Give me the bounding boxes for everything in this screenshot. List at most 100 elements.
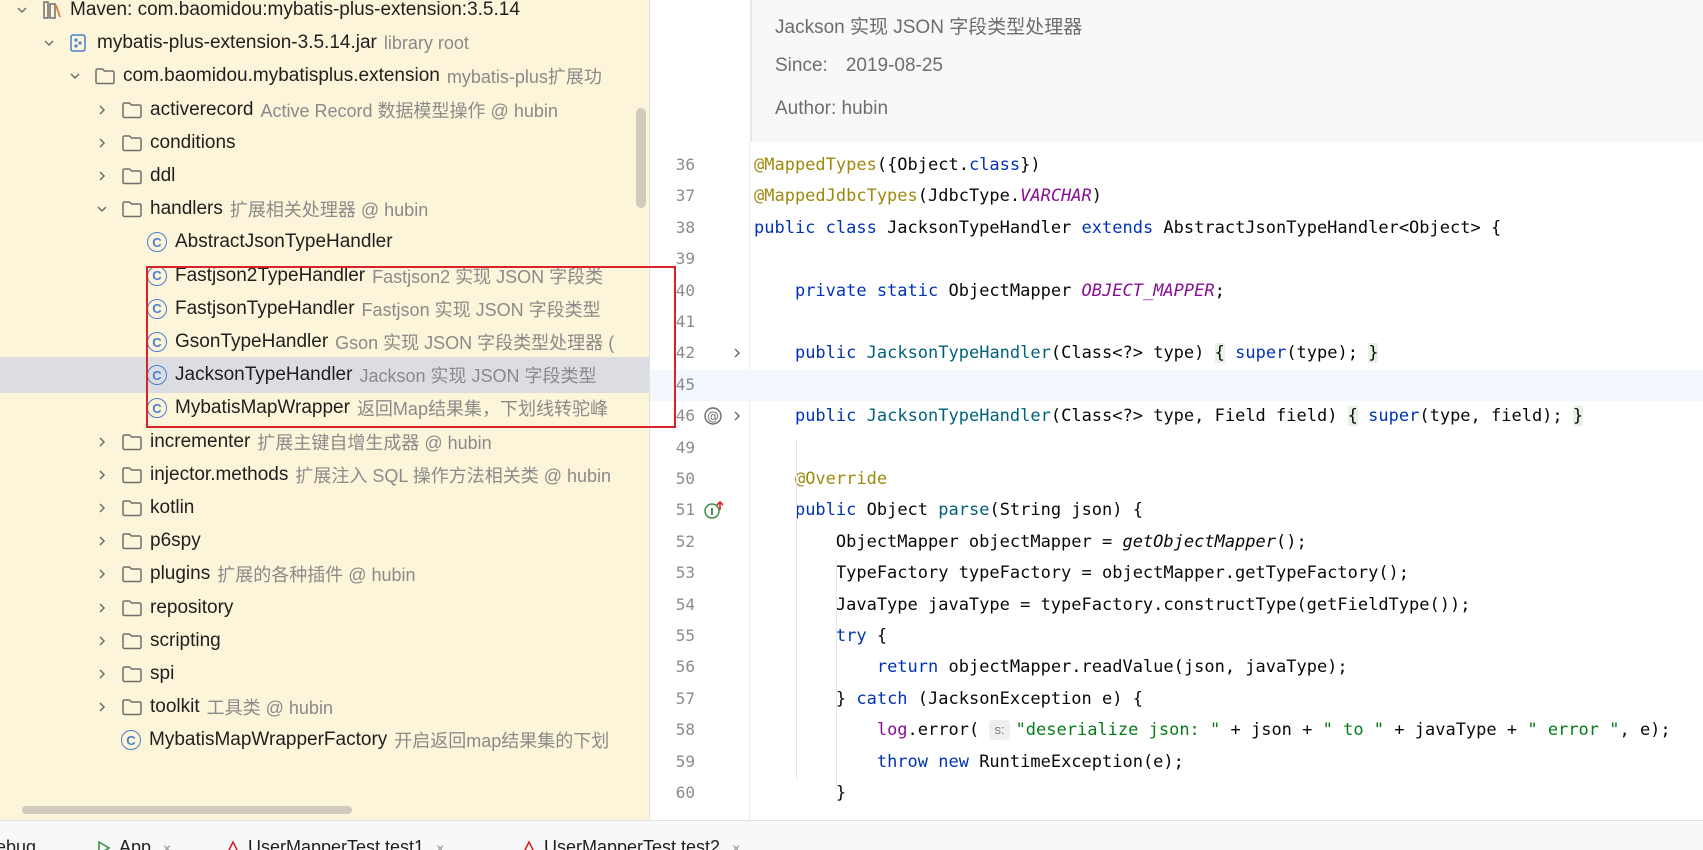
fold-chevron-icon[interactable] (730, 405, 744, 427)
chevron-right-icon[interactable] (95, 501, 109, 515)
tree-class-item[interactable]: CGsonTypeHandlerGson 实现 JSON 字段类型处理器 ( (0, 324, 649, 360)
code-line[interactable]: 60 } (650, 778, 1703, 809)
code-line[interactable]: 59 throw new RuntimeException(e); (650, 747, 1703, 778)
svg-text:@: @ (707, 410, 719, 424)
code-line[interactable]: 49 (650, 433, 1703, 464)
chevron-right-icon[interactable] (95, 169, 109, 183)
tree-package-item[interactable]: Maven: com.baomidou:mybatis-plus-extensi… (0, 0, 649, 28)
tree-package-item[interactable]: ddl (0, 158, 649, 194)
line-number: 49 (650, 438, 695, 457)
tool-tab[interactable]: UserMapperTest.test1× (224, 837, 444, 850)
tree-package-item[interactable]: plugins扩展的各种插件 @ hubin (0, 556, 649, 592)
tree-package-item[interactable]: injector.methods扩展注入 SQL 操作方法相关类 @ hubin (0, 457, 649, 493)
chevron-right-icon[interactable] (95, 468, 109, 482)
code-line[interactable]: 41 (650, 307, 1703, 338)
tree-item-hint: Active Record 数据模型操作 @ hubin (261, 97, 558, 123)
tree-horizontal-scrollbar[interactable] (22, 806, 352, 814)
code-line[interactable]: 56 return objectMapper.readValue(json, j… (650, 652, 1703, 683)
class-icon: C (121, 730, 141, 750)
tool-tab[interactable]: ebug (0, 837, 36, 850)
chevron-right-icon[interactable] (95, 567, 109, 581)
chevron-right-icon[interactable] (95, 601, 109, 615)
code-text: @MappedJdbcTypes(JdbcType.VARCHAR) (754, 186, 1102, 206)
tool-tab[interactable]: UserMapperTest.test2 × (520, 837, 740, 850)
close-icon[interactable]: × (436, 840, 444, 850)
line-number: 42 (650, 343, 695, 362)
tree-package-item[interactable]: com.baomidou.mybatisplus.extensionmybati… (0, 58, 649, 94)
tree-item-label: Fastjson2TypeHandler (175, 265, 365, 287)
tree-package-item[interactable]: conditions (0, 125, 649, 161)
code-line[interactable]: 58 log.error( s:"deserialize json: " + j… (650, 715, 1703, 746)
code-line[interactable]: 38public class JacksonTypeHandler extend… (650, 213, 1703, 244)
tool-tab[interactable]: App× (95, 837, 171, 850)
code-line[interactable]: 46@ public JacksonTypeHandler(Class<?> t… (650, 401, 1703, 432)
chevron-down-icon[interactable] (42, 36, 56, 50)
tree-package-item[interactable]: repository (0, 590, 649, 626)
javadoc-author-value: hubin (842, 98, 889, 119)
rendered-javadoc: Jackson 实现 JSON 字段类型处理器 Since:2019-08-25… (750, 0, 1703, 142)
code-text: } (754, 783, 846, 803)
code-text: } catch (JacksonException e) { (754, 689, 1143, 709)
implements-method-icon[interactable]: I (702, 499, 724, 521)
tree-class-item[interactable]: CMybatisMapWrapperFactory开启返回map结果集的下划 (0, 722, 649, 758)
code-text: throw new RuntimeException(e); (754, 752, 1184, 772)
code-line[interactable]: 45 (650, 370, 1703, 401)
tree-package-item[interactable]: spi (0, 656, 649, 692)
class-icon: C (147, 365, 167, 385)
code-line[interactable]: 36@MappedTypes({Object.class}) (650, 150, 1703, 181)
chevron-down-icon[interactable] (95, 202, 109, 216)
chevron-right-icon[interactable] (95, 534, 109, 548)
tree-package-item[interactable]: toolkit工具类 @ hubin (0, 689, 649, 725)
code-line[interactable]: 55 try { (650, 621, 1703, 652)
tree-item-label: AbstractJsonTypeHandler (175, 231, 393, 253)
fold-chevron-icon[interactable] (730, 342, 744, 364)
test-icon (224, 839, 242, 850)
tree-item-label: conditions (150, 132, 236, 154)
code-line[interactable]: 37@MappedJdbcTypes(JdbcType.VARCHAR) (650, 181, 1703, 212)
tree-package-item[interactable]: mybatis-plus-extension-3.5.14.jarlibrary… (0, 25, 649, 61)
code-line[interactable]: 40 private static ObjectMapper OBJECT_MA… (650, 276, 1703, 307)
code-line[interactable]: 39 (650, 244, 1703, 275)
tree-package-item[interactable]: handlers扩展相关处理器 @ hubin (0, 191, 649, 227)
code-line[interactable]: 51I public Object parse(String json) { (650, 495, 1703, 526)
tree-class-item[interactable]: CJacksonTypeHandlerJackson 实现 JSON 字段类型 (0, 357, 649, 393)
chevron-right-icon[interactable] (95, 103, 109, 117)
tree-class-item[interactable]: CFastjson2TypeHandlerFastjson2 实现 JSON 字… (0, 258, 649, 294)
tree-class-item[interactable]: CFastjsonTypeHandlerFastjson 实现 JSON 字段类… (0, 291, 649, 327)
tree-class-item[interactable]: CAbstractJsonTypeHandler (0, 224, 649, 260)
close-icon[interactable]: × (163, 840, 171, 850)
chevron-right-icon[interactable] (95, 136, 109, 150)
tree-package-item[interactable]: activerecordActive Record 数据模型操作 @ hubin (0, 92, 649, 128)
chevron-right-icon[interactable] (95, 667, 109, 681)
chevron-right-icon[interactable] (95, 634, 109, 648)
code-editor[interactable]: Jackson 实现 JSON 字段类型处理器 Since:2019-08-25… (650, 0, 1703, 820)
folder-icon (121, 697, 143, 717)
tree-item-hint: 扩展注入 SQL 操作方法相关类 @ hubin (295, 462, 611, 488)
code-line[interactable]: 54 JavaType javaType = typeFactory.const… (650, 590, 1703, 621)
code-line[interactable]: 53 TypeFactory typeFactory = objectMappe… (650, 558, 1703, 589)
tree-class-item[interactable]: CMybatisMapWrapper返回Map结果集，下划线转驼峰 (0, 390, 649, 426)
code-line[interactable]: 50 @Override (650, 464, 1703, 495)
tree-package-item[interactable]: scripting (0, 623, 649, 659)
folder-icon (121, 199, 143, 219)
close-icon[interactable]: × (732, 840, 740, 850)
test-icon (520, 839, 538, 850)
tree-item-label: FastjsonTypeHandler (175, 298, 355, 320)
tool-tab-label: UserMapperTest.test2 (544, 837, 720, 850)
line-number: 53 (650, 563, 695, 582)
tree-package-item[interactable]: p6spy (0, 523, 649, 559)
code-text: log.error( s:"deserialize json: " + json… (754, 720, 1671, 740)
code-line[interactable]: 52 ObjectMapper objectMapper = getObject… (650, 527, 1703, 558)
chevron-down-icon[interactable] (15, 3, 29, 17)
chevron-right-icon[interactable] (95, 700, 109, 714)
tree-package-item[interactable]: incrementer扩展主键自增生成器 @ hubin (0, 424, 649, 460)
code-line[interactable]: 57 } catch (JacksonException e) { (650, 684, 1703, 715)
annotation-gutter-icon[interactable]: @ (702, 405, 724, 427)
chevron-down-icon[interactable] (68, 69, 82, 83)
tree-package-item[interactable]: kotlin (0, 490, 649, 526)
code-text: public class JacksonTypeHandler extends … (754, 218, 1501, 238)
code-line[interactable]: 42 public JacksonTypeHandler(Class<?> ty… (650, 338, 1703, 369)
folder-icon (121, 598, 143, 618)
chevron-right-icon[interactable] (95, 435, 109, 449)
tree-vertical-scrollbar[interactable] (636, 108, 646, 208)
